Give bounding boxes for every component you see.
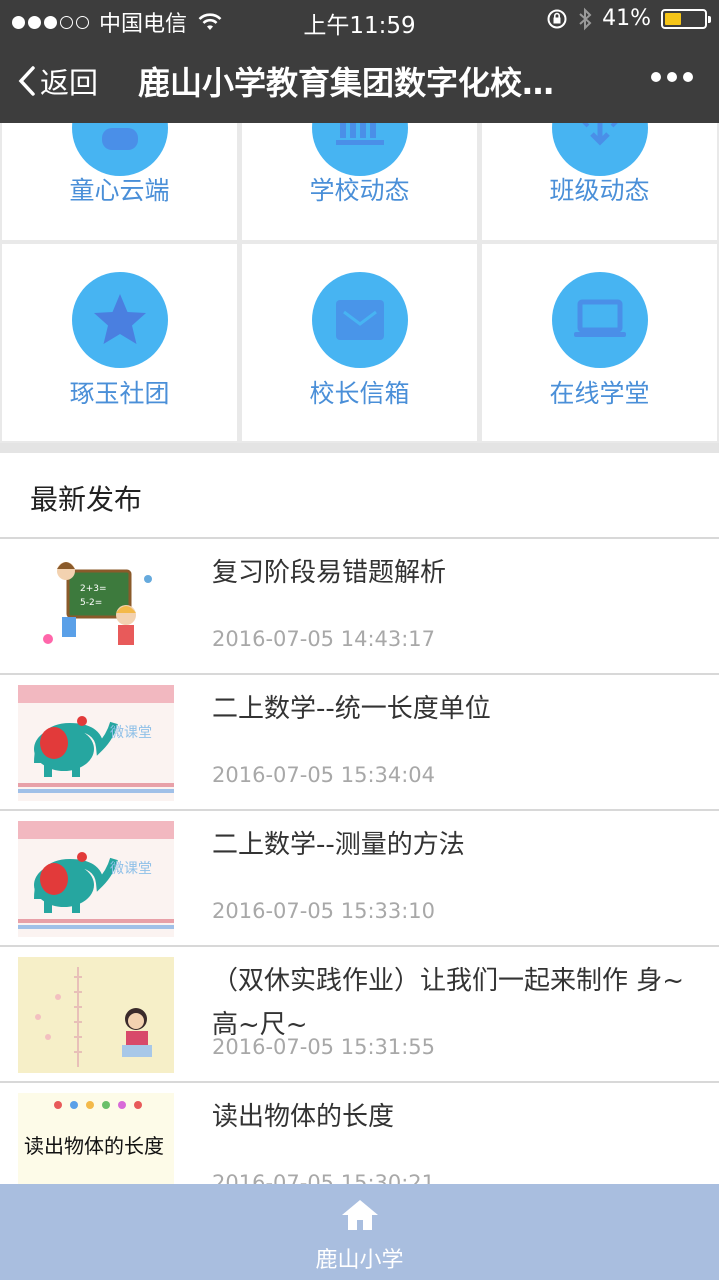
thumb-caption: 读出物体的长度 — [24, 1134, 164, 1158]
item-title: 二上数学--测量的方法 — [212, 830, 465, 860]
top-bar: 中国电信 上午11:59 41% 返回 鹿山小学教育集团数字化校… — [0, 0, 719, 123]
back-label: 返回 — [40, 66, 99, 100]
list-item[interactable]: 微课堂 二上数学--统一长度单位 2016-07-05 15:34:04 — [0, 675, 719, 811]
battery-icon — [661, 8, 711, 29]
more-dot-icon — [667, 72, 677, 82]
latest-section-title: 最新发布 — [30, 483, 143, 516]
bluetooth-icon — [579, 7, 592, 30]
feature-class-news[interactable]: 班级动态 — [482, 80, 717, 240]
back-button[interactable]: 返回 — [18, 60, 98, 102]
micro-class-elephant-image: 微课堂 — [18, 821, 174, 937]
feature-label: 童心云端 — [69, 176, 170, 205]
feature-school-news[interactable]: 学校动态 — [242, 80, 477, 240]
feature-label: 班级动态 — [549, 176, 650, 205]
girl-height-chart-image — [18, 957, 174, 1073]
more-dot-icon — [683, 72, 693, 82]
list-item[interactable]: （双休实践作业）让我们一起来制作 身~高~尺~ 2016-07-05 15:31… — [0, 947, 719, 1083]
feature-label: 校长信箱 — [309, 379, 410, 408]
micro-class-elephant-image: 微课堂 — [18, 685, 174, 801]
more-button[interactable] — [651, 72, 693, 82]
item-time: 2016-07-05 15:31:55 — [212, 1035, 436, 1059]
item-time: 2016-07-05 15:34:04 — [212, 763, 436, 787]
thumb-caption: 微课堂 — [110, 861, 152, 877]
feature-zhuoyu-club[interactable]: 琢玉社团 — [2, 244, 237, 441]
status-right: 41% — [546, 6, 711, 31]
list-item[interactable]: 2+3= 5-2= 复习阶段易错题解析 2016-07-05 14:43:17 — [0, 539, 719, 675]
item-time: 2016-07-05 15:33:10 — [212, 899, 436, 923]
star-icon — [71, 272, 168, 368]
item-title: 读出物体的长度 — [212, 1102, 395, 1132]
mail-icon — [311, 272, 408, 368]
home-icon — [341, 1200, 378, 1230]
chevron-left-icon — [18, 66, 35, 96]
nav-bar: 返回 鹿山小学教育集团数字化校… — [0, 40, 719, 123]
page-title: 鹿山小学教育集团数字化校… — [138, 64, 555, 102]
feature-tongxin-cloud[interactable]: 童心云端 — [2, 80, 237, 240]
tab-label: 鹿山小学 — [315, 1248, 404, 1273]
battery-fill — [665, 12, 681, 25]
item-title: （双休实践作业）让我们一起来制作 身~高~尺~ — [212, 966, 685, 1040]
svg-text:5-2=: 5-2= — [80, 598, 102, 608]
svg-text:2+3=: 2+3= — [80, 584, 107, 594]
feature-label: 在线学堂 — [549, 379, 650, 408]
page: 中国电信 上午11:59 41% 返回 鹿山小学教育集团数字化校… 童心云端 学… — [0, 0, 719, 1280]
feature-grid: 童心云端 学校动态 班级动态 琢玉社团 校长信箱 在线学堂 — [0, 80, 719, 443]
bottom-tab-bar[interactable]: 鹿山小学 — [0, 1184, 719, 1280]
orientation-lock-icon — [547, 9, 567, 28]
battery-percent: 41% — [602, 6, 651, 31]
item-title: 复习阶段易错题解析 — [212, 558, 447, 588]
list-item[interactable]: 微课堂 二上数学--测量的方法 2016-07-05 15:33:10 — [0, 811, 719, 947]
item-time: 2016-07-05 14:43:17 — [212, 627, 436, 651]
item-title: 二上数学--统一长度单位 — [212, 694, 491, 724]
section-divider — [0, 443, 719, 453]
feature-online-classroom[interactable]: 在线学堂 — [482, 244, 717, 441]
feature-principal-mailbox[interactable]: 校长信箱 — [242, 244, 477, 441]
feature-label: 琢玉社团 — [69, 379, 170, 408]
feature-label: 学校动态 — [309, 176, 410, 205]
thumb-caption: 微课堂 — [110, 725, 152, 741]
more-dot-icon — [651, 72, 661, 82]
status-bar: 中国电信 上午11:59 41% — [0, 0, 719, 40]
laptop-icon — [551, 272, 648, 368]
kids-blackboard-image: 2+3= 5-2= — [18, 549, 174, 665]
